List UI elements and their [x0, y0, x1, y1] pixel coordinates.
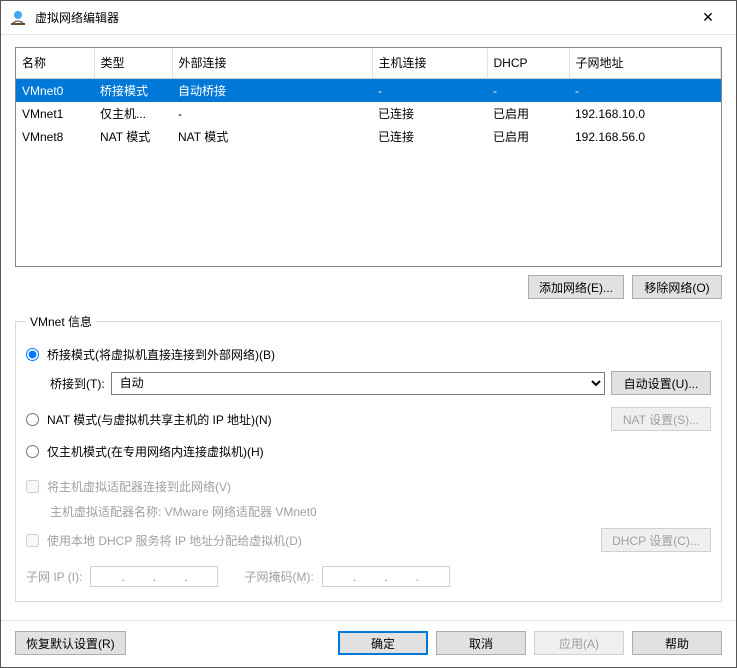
ip-octet	[125, 568, 153, 585]
network-table[interactable]: 名称 类型 外部连接 主机连接 DHCP 子网地址 VMnet0 桥接模式 自动…	[16, 48, 721, 148]
ip-octet	[156, 568, 184, 585]
dhcp-check-line: 使用本地 DHCP 服务将 IP 地址分配给虚拟机(D) DHCP 设置(C).…	[26, 528, 711, 552]
cell-external: 自动桥接	[172, 79, 372, 103]
cell-subnet: 192.168.56.0	[569, 125, 721, 148]
ip-octet	[356, 568, 384, 585]
col-host[interactable]: 主机连接	[372, 48, 487, 79]
window-title: 虚拟网络编辑器	[35, 9, 688, 26]
hostonly-radio-row: 仅主机模式(在专用网络内连接虚拟机)(H)	[26, 443, 711, 460]
help-button[interactable]: 帮助	[632, 631, 722, 655]
col-dhcp[interactable]: DHCP	[487, 48, 569, 79]
dhcp-checkbox	[26, 534, 39, 547]
cell-type: 桥接模式	[94, 79, 172, 103]
restore-defaults-button[interactable]: 恢复默认设置(R)	[15, 631, 126, 655]
table-buttons-row: 添加网络(E)... 移除网络(O)	[15, 275, 722, 299]
bottom-button-bar: 恢复默认设置(R) 确定 取消 应用(A) 帮助	[1, 620, 736, 667]
cell-name: VMnet1	[16, 102, 94, 125]
ip-octet	[187, 568, 215, 585]
auto-settings-button[interactable]: 自动设置(U)...	[611, 371, 711, 395]
subnet-ip-field: . . .	[90, 566, 218, 587]
subnet-mask-field: . . .	[322, 566, 450, 587]
hostonly-radio[interactable]	[26, 445, 39, 458]
ip-octet	[419, 568, 447, 585]
nat-settings-button: NAT 设置(S)...	[611, 407, 711, 431]
col-subnet[interactable]: 子网地址	[569, 48, 721, 79]
cancel-button[interactable]: 取消	[436, 631, 526, 655]
host-adapter-name-label: 主机虚拟适配器名称: VMware 网络适配器 VMnet0	[50, 503, 711, 520]
bridged-radio-row: 桥接模式(将虚拟机直接连接到外部网络)(B)	[26, 346, 711, 363]
table-row[interactable]: VMnet8 NAT 模式 NAT 模式 已连接 已启用 192.168.56.…	[16, 125, 721, 148]
bridged-radio-label: 桥接模式(将虚拟机直接连接到外部网络)(B)	[47, 346, 275, 363]
cell-type: 仅主机...	[94, 102, 172, 125]
nat-radio-label: NAT 模式(与虚拟机共享主机的 IP 地址)(N)	[47, 411, 272, 428]
bridged-to-select[interactable]: 自动	[111, 372, 605, 395]
cell-type: NAT 模式	[94, 125, 172, 148]
ip-octet	[93, 568, 121, 585]
subnet-line: 子网 IP (I): . . . 子网掩码(M): . . .	[26, 566, 711, 587]
ip-octet	[388, 568, 416, 585]
col-name[interactable]: 名称	[16, 48, 94, 79]
add-network-button[interactable]: 添加网络(E)...	[528, 275, 624, 299]
cell-name: VMnet0	[16, 79, 94, 103]
cell-external: NAT 模式	[172, 125, 372, 148]
connect-host-label: 将主机虚拟适配器连接到此网络(V)	[47, 478, 231, 495]
cell-name: VMnet8	[16, 125, 94, 148]
cell-subnet: 192.168.10.0	[569, 102, 721, 125]
connect-host-check-row: 将主机虚拟适配器连接到此网络(V)	[26, 478, 711, 495]
close-button[interactable]: ✕	[688, 9, 728, 26]
dhcp-check-label: 使用本地 DHCP 服务将 IP 地址分配给虚拟机(D)	[47, 532, 302, 549]
connect-host-checkbox	[26, 480, 39, 493]
titlebar: 虚拟网络编辑器 ✕	[1, 1, 736, 35]
cell-host: -	[372, 79, 487, 103]
col-external[interactable]: 外部连接	[172, 48, 372, 79]
bridged-radio[interactable]	[26, 348, 39, 361]
cell-host: 已连接	[372, 102, 487, 125]
subnet-mask-label: 子网掩码(M):	[244, 568, 313, 585]
cell-dhcp: 已启用	[487, 125, 569, 148]
table-header-row: 名称 类型 外部连接 主机连接 DHCP 子网地址	[16, 48, 721, 79]
cell-dhcp: 已启用	[487, 102, 569, 125]
table-row[interactable]: VMnet0 桥接模式 自动桥接 - - -	[16, 79, 721, 103]
remove-network-button[interactable]: 移除网络(O)	[632, 275, 722, 299]
virtual-network-editor-window: 虚拟网络编辑器 ✕ 名称 类型 外部连接 主机连接 DHCP 子网地址	[0, 0, 737, 668]
subnet-ip-label: 子网 IP (I):	[26, 568, 82, 585]
cell-subnet: -	[569, 79, 721, 103]
vmnet-info-group: VMnet 信息 桥接模式(将虚拟机直接连接到外部网络)(B) 桥接到(T): …	[15, 313, 722, 602]
bridged-to-label: 桥接到(T):	[50, 375, 105, 392]
network-table-container: 名称 类型 外部连接 主机连接 DHCP 子网地址 VMnet0 桥接模式 自动…	[15, 47, 722, 267]
bridged-to-line: 桥接到(T): 自动 自动设置(U)...	[50, 371, 711, 395]
content-area: 名称 类型 外部连接 主机连接 DHCP 子网地址 VMnet0 桥接模式 自动…	[1, 35, 736, 620]
group-legend: VMnet 信息	[26, 313, 96, 330]
table-row[interactable]: VMnet1 仅主机... - 已连接 已启用 192.168.10.0	[16, 102, 721, 125]
apply-button: 应用(A)	[534, 631, 624, 655]
cell-external: -	[172, 102, 372, 125]
cell-host: 已连接	[372, 125, 487, 148]
app-icon	[9, 9, 27, 27]
ok-button[interactable]: 确定	[338, 631, 428, 655]
dhcp-settings-button: DHCP 设置(C)...	[601, 528, 711, 552]
col-type[interactable]: 类型	[94, 48, 172, 79]
ip-octet	[325, 568, 353, 585]
hostonly-radio-label: 仅主机模式(在专用网络内连接虚拟机)(H)	[47, 443, 264, 460]
nat-radio-line: NAT 模式(与虚拟机共享主机的 IP 地址)(N) NAT 设置(S)...	[26, 407, 711, 431]
cell-dhcp: -	[487, 79, 569, 103]
nat-radio[interactable]	[26, 413, 39, 426]
